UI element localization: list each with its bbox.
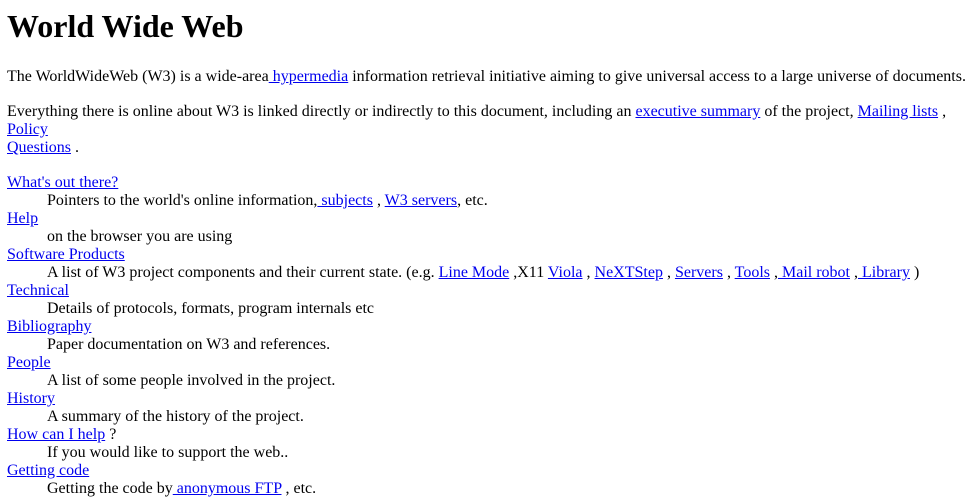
executive-summary-link[interactable]: executive summary: [635, 103, 760, 120]
list-term: Getting code: [7, 462, 967, 480]
overview-text-mid2: ,: [938, 103, 947, 120]
w3-servers-link[interactable]: W3 servers: [385, 192, 457, 209]
separator: ,: [849, 264, 858, 281]
getting-code-desc-end: , etc.: [281, 480, 317, 497]
list-description: A list of some people involved in the pr…: [47, 372, 336, 389]
history-link[interactable]: History: [7, 390, 55, 407]
list-term: How can I help ?: [7, 426, 967, 444]
help-link[interactable]: Help: [7, 210, 38, 227]
separator: ,: [662, 264, 675, 281]
overview-text-prefix: Everything there is online about W3 is l…: [7, 103, 636, 120]
list-description: Getting the code by anonymous FTP , etc.: [47, 480, 967, 498]
intro-text-prefix: The WorldWideWeb (W3) is a wide-area: [7, 68, 269, 85]
list-term: Software Products: [7, 246, 967, 264]
getting-code-link[interactable]: Getting code: [7, 462, 89, 479]
questions-link[interactable]: Questions: [7, 139, 71, 156]
list-term: Technical: [7, 282, 967, 300]
intro-paragraph: The WorldWideWeb (W3) is a wide-area hyp…: [7, 68, 967, 86]
topic-list: What's out there? Pointers to the world'…: [7, 174, 967, 498]
whats-out-desc-mid: ,: [372, 192, 385, 209]
servers-link[interactable]: Servers: [675, 264, 723, 281]
overview-text-mid1: of the project,: [760, 103, 858, 120]
list-description: A list of W3 project components and thei…: [47, 264, 967, 282]
software-desc-end: ): [909, 264, 920, 281]
technical-link[interactable]: Technical: [7, 282, 69, 299]
list-term: Bibliography: [7, 318, 967, 336]
list-description: Details of protocols, formats, program i…: [47, 300, 375, 317]
subjects-link[interactable]: subjects: [317, 192, 373, 209]
overview-paragraph: Everything there is online about W3 is l…: [7, 103, 967, 157]
page-title: World Wide Web: [7, 8, 244, 44]
document-page: World Wide Web The WorldWideWeb (W3) is …: [7, 0, 967, 498]
nextstep-link[interactable]: NeXTStep: [595, 264, 663, 281]
library-link[interactable]: Library: [858, 264, 910, 281]
viola-link[interactable]: Viola: [548, 264, 583, 281]
list-description: Pointers to the world's online informati…: [47, 192, 967, 210]
intro-text-suffix: information retrieval initiative aiming …: [348, 68, 966, 85]
separator: ,: [582, 264, 595, 281]
whats-out-there-link[interactable]: What's out there?: [7, 174, 118, 191]
separator: ,: [769, 264, 778, 281]
anonymous-ftp-link[interactable]: anonymous FTP: [173, 480, 282, 497]
whats-out-desc-prefix: Pointers to the world's online informati…: [47, 192, 318, 209]
overview-text-end: .: [71, 139, 79, 156]
line-mode-link[interactable]: Line Mode: [439, 264, 510, 281]
list-term: Help: [7, 210, 967, 228]
whats-out-desc-end: , etc.: [457, 192, 488, 209]
list-description: on the browser you are using: [47, 228, 233, 245]
separator: ,: [722, 264, 735, 281]
tools-link[interactable]: Tools: [735, 264, 770, 281]
software-desc-prefix: A list of W3 project components and thei…: [47, 264, 439, 281]
hypermedia-link[interactable]: hypermedia: [269, 68, 349, 85]
software-products-link[interactable]: Software Products: [7, 246, 125, 263]
list-term: History: [7, 390, 967, 408]
list-term: What's out there?: [7, 174, 967, 192]
mailing-lists-link[interactable]: Mailing lists: [858, 103, 938, 120]
list-description: Paper documentation on W3 and references…: [47, 336, 331, 353]
list-term: People: [7, 354, 967, 372]
people-link[interactable]: People: [7, 354, 51, 371]
list-description: If you would like to support the web..: [47, 444, 289, 461]
getting-code-desc-prefix: Getting the code by: [47, 480, 173, 497]
bibliography-link[interactable]: Bibliography: [7, 318, 91, 335]
mail-robot-link[interactable]: Mail robot: [778, 264, 850, 281]
x11-text: ,X11: [509, 264, 548, 281]
how-can-i-help-link[interactable]: How can I help: [7, 426, 105, 443]
policy-link[interactable]: Policy: [7, 121, 48, 138]
list-description: A summary of the history of the project.: [47, 408, 304, 425]
how-help-suffix: ?: [105, 426, 117, 443]
